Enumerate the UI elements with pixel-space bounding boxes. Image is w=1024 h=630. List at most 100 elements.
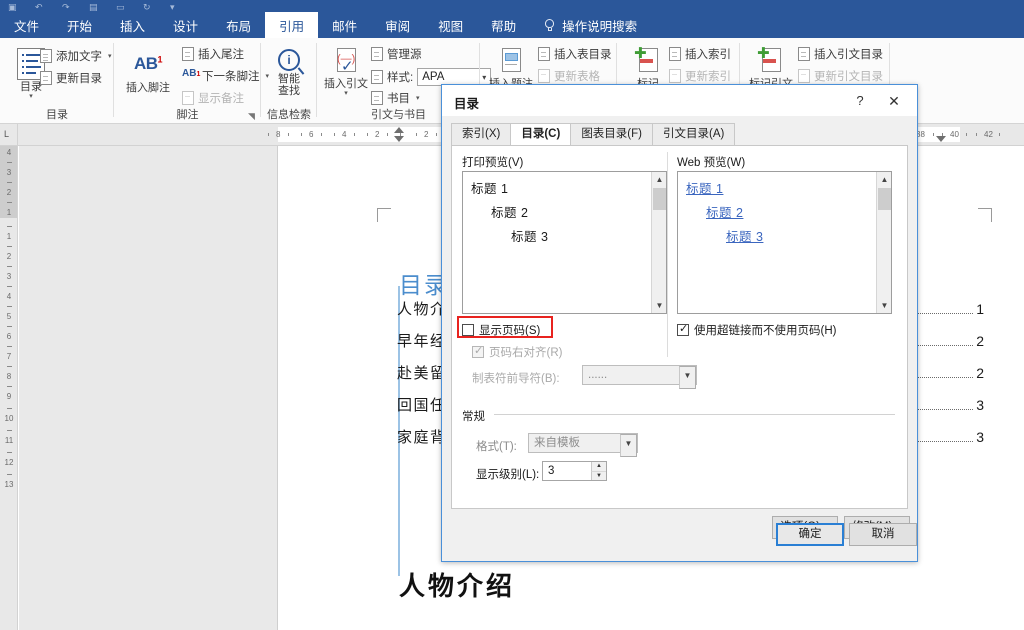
format-value: 来自模板	[534, 437, 580, 449]
web-preview-scrollbar[interactable]: ▲ ▼	[876, 172, 891, 313]
redo-icon[interactable]: ↷	[62, 3, 73, 12]
ribbon-tab-references[interactable]: 引用	[265, 12, 319, 38]
vertical-ruler[interactable]: 4 3 2 1 1 2 3 4 5 6 7 8 9 10 11 12 13	[0, 146, 18, 630]
chevron-down-icon[interactable]: ▾	[4, 93, 58, 100]
print-preview-box[interactable]: 标题 1 标题 2 标题 3 ▲ ▼	[462, 171, 667, 314]
ribbon-tab-file[interactable]: 文件	[0, 12, 53, 38]
web-preview-item[interactable]: 标题 2	[706, 202, 743, 221]
ribbon-tab-design[interactable]: 设计	[159, 12, 212, 38]
undo-icon[interactable]: ↶	[35, 3, 46, 12]
insert-citation-label: 插入引文	[324, 78, 368, 90]
web-preview-item[interactable]: 标题 1	[686, 178, 723, 197]
close-icon[interactable]: ✕	[880, 91, 908, 111]
ribbon-tab-mailings[interactable]: 邮件	[318, 12, 371, 38]
update-table-button: 更新表格	[538, 68, 600, 84]
scroll-thumb[interactable]	[653, 188, 666, 210]
customize-qat-icon[interactable]: ▾	[170, 3, 181, 12]
ok-button[interactable]: 确定	[776, 523, 844, 546]
use-hyperlinks-checkbox[interactable]: ✓ 使用超链接而不使用页码(H)	[677, 322, 836, 338]
hanging-indent-marker[interactable]	[394, 136, 404, 142]
footnotes-dialog-launcher-icon[interactable]: ◥	[248, 112, 257, 121]
update-index-button: 更新索引	[669, 68, 731, 84]
update-table-label: 更新表格	[554, 71, 600, 83]
vruler-label: 1	[6, 208, 12, 217]
stepper-up-icon[interactable]: ▲	[591, 462, 606, 471]
update-toc-button[interactable]: 更新目录	[40, 70, 102, 86]
mark-citation-icon: ✚	[757, 46, 784, 76]
bibliography-button[interactable]: 书目 ▾	[371, 90, 420, 106]
next-footnote-button[interactable]: AB1 下一条脚注 ▾	[182, 68, 269, 84]
checkbox-box[interactable]: ✓	[677, 323, 689, 336]
show-levels-stepper[interactable]: 3 ▲ ▼	[542, 461, 607, 481]
smart-lookup-icon: i	[278, 49, 300, 71]
web-preview-label: Web 预览(W)	[677, 157, 746, 169]
smart-lookup-button[interactable]: i 智能 查找	[262, 44, 316, 97]
ribbon-tab-home[interactable]: 开始	[53, 12, 106, 38]
touch-mode-icon[interactable]: ▤	[89, 3, 100, 12]
ribbon-tab-help[interactable]: 帮助	[477, 12, 530, 38]
ribbon-tab-review[interactable]: 审阅	[371, 12, 424, 38]
toc-dialog[interactable]: 目录 ? ✕ 索引(X) 目录(C) 图表目录(F) 引文目录(A) 打印预览(…	[441, 84, 918, 562]
save-icon[interactable]: ▣	[8, 3, 19, 12]
stepper-down-icon[interactable]: ▼	[591, 471, 606, 480]
scroll-up-icon[interactable]: ▲	[652, 172, 667, 187]
ruler-label: 4	[342, 130, 347, 139]
vruler-label: 4	[6, 292, 12, 301]
ribbon-group-label-toc: 目录	[46, 109, 68, 121]
dialog-tab-table-of-authorities[interactable]: 引文目录(A)	[652, 123, 736, 145]
vruler-label: 12	[4, 458, 14, 467]
insert-citation-button[interactable]: (—) ✓ 插入引文 ▾	[319, 44, 373, 97]
tab-leader-select: ...... ▼	[582, 365, 697, 389]
ribbon-tab-insert[interactable]: 插入	[106, 12, 159, 38]
chevron-down-icon[interactable]: ▾	[319, 90, 373, 97]
toc-entry-page: 1	[976, 301, 984, 317]
chevron-down-icon[interactable]: ▾	[416, 94, 420, 102]
dialog-title-bar[interactable]: 目录 ? ✕	[442, 85, 917, 116]
scroll-down-icon[interactable]: ▼	[877, 298, 892, 313]
vruler-label: 10	[4, 414, 14, 423]
print-preview-scrollbar[interactable]: ▲ ▼	[651, 172, 666, 313]
cancel-button[interactable]: 取消	[849, 523, 917, 546]
general-group-rule	[494, 414, 895, 415]
tell-me-search[interactable]: 操作说明搜索	[530, 12, 637, 38]
chevron-down-icon: ▼	[679, 366, 696, 389]
column-divider	[667, 152, 668, 357]
web-preview-box[interactable]: 标题 1 标题 2 标题 3 ▲ ▼	[677, 171, 892, 314]
tab-stop-selector[interactable]: L	[0, 124, 18, 146]
use-hyperlinks-label: 使用超链接而不使用页码(H)	[694, 325, 837, 337]
manage-sources-button[interactable]: 管理源	[371, 46, 422, 62]
vruler-label: 11	[4, 436, 14, 445]
scroll-down-icon[interactable]: ▼	[652, 298, 667, 313]
web-preview-item[interactable]: 标题 3	[726, 226, 763, 245]
dialog-tab-toc[interactable]: 目录(C)	[510, 123, 572, 145]
new-doc-icon[interactable]: ▭	[116, 3, 127, 12]
ribbon-tab-bar: 文件 开始 插入 设计 布局 引用 邮件 审阅 视图 帮助 操作说明搜索	[0, 12, 1024, 38]
scroll-thumb[interactable]	[878, 188, 891, 210]
bibliography-icon	[371, 91, 383, 105]
chevron-down-icon[interactable]: ▾	[108, 52, 112, 60]
manage-sources-label: 管理源	[387, 49, 422, 61]
dialog-title: 目录	[454, 97, 480, 111]
insert-index-button[interactable]: 插入索引	[669, 46, 731, 62]
insert-footnote-button[interactable]: AB1 插入脚注	[118, 48, 178, 94]
navigation-pane[interactable]	[19, 146, 278, 630]
scroll-up-icon[interactable]: ▲	[877, 172, 892, 187]
ribbon-tab-view[interactable]: 视图	[424, 12, 477, 38]
insert-toa-button[interactable]: 插入引文目录	[798, 46, 883, 62]
vruler-label: 2	[6, 252, 12, 261]
add-text-button[interactable]: 添加文字 ▾	[40, 48, 112, 64]
insert-toa-label: 插入引文目录	[814, 49, 883, 61]
style-icon	[371, 70, 383, 84]
toc-entry-page: 2	[976, 333, 984, 349]
dialog-tab-table-of-figures[interactable]: 图表目录(F)	[570, 123, 653, 145]
dialog-tab-index[interactable]: 索引(X)	[451, 123, 512, 145]
right-indent-marker[interactable]	[936, 136, 946, 142]
update-toc-icon	[40, 71, 52, 85]
insert-table-of-figures-button[interactable]: 插入表目录	[538, 46, 612, 62]
quick-access-toolbar: ▣ ↶ ↷ ▤ ▭ ↻ ▾	[0, 0, 1024, 12]
ribbon-tab-layout[interactable]: 布局	[212, 12, 265, 38]
help-icon[interactable]: ?	[850, 91, 870, 111]
insert-endnote-button[interactable]: 插入尾注	[182, 46, 244, 62]
repeat-icon[interactable]: ↻	[143, 3, 154, 12]
first-line-indent-marker[interactable]	[394, 127, 404, 133]
